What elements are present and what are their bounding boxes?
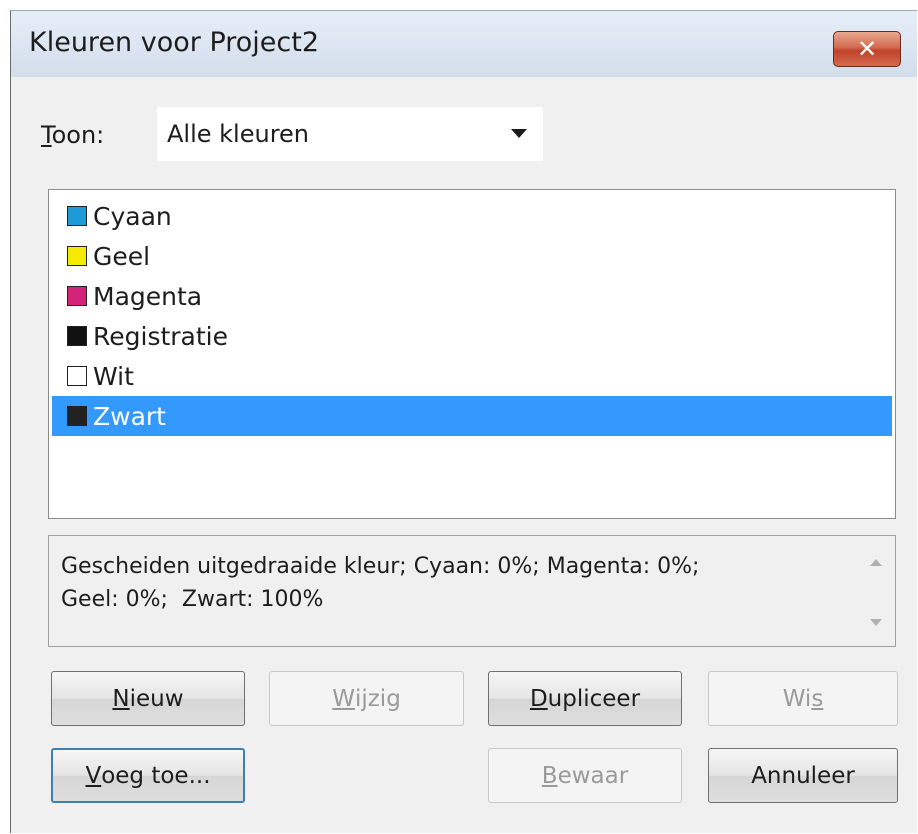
color-info-line-2: Geel: 0%; Zwart: 100% — [61, 587, 324, 612]
nieuw-button[interactable]: Nieuw — [51, 671, 245, 726]
color-item-label: Magenta — [93, 281, 203, 311]
color-list-item-magenta[interactable]: Magenta — [52, 276, 892, 316]
toon-label-rest: oon: — [51, 121, 105, 149]
dropdown-arrow-icon — [511, 129, 527, 138]
voeg-toe-button-rest: oeg toe... — [101, 762, 211, 789]
close-button[interactable]: ✕ — [833, 31, 901, 67]
title-bar[interactable]: Kleuren voor Project2 ✕ — [11, 11, 917, 77]
dupliceer-button-key: D — [529, 685, 548, 712]
annuleer-button-label: Annuleer — [751, 762, 855, 789]
wijzig-button-rest: ijzig — [354, 685, 401, 712]
nieuw-button-key: N — [112, 685, 130, 712]
color-list-item-cyaan[interactable]: Cyaan — [52, 196, 892, 236]
color-info-text: Gescheiden uitgedraaide kleur; Cyaan: 0%… — [61, 550, 841, 616]
dupliceer-button-rest: upliceer — [547, 685, 641, 712]
color-list-item-registratie[interactable]: Registratie — [52, 316, 892, 356]
magenta-swatch-icon — [67, 286, 87, 306]
toon-label-key: T — [41, 121, 52, 149]
bewaar-button-rest: ewaar — [557, 762, 629, 789]
wis-button[interactable]: Wi s — [708, 671, 898, 726]
bewaar-button[interactable]: Bewaar — [488, 748, 682, 803]
color-list[interactable]: Cyaan Geel Magenta Registratie Wit Zwart — [48, 189, 896, 519]
scroll-up-arrow-icon[interactable] — [870, 559, 882, 566]
toon-selected-value: Alle kleuren — [167, 120, 310, 148]
annuleer-button[interactable]: Annuleer — [708, 748, 898, 803]
wijzig-button-key: W — [332, 685, 355, 712]
geel-swatch-icon — [67, 246, 87, 266]
color-item-label: Zwart — [93, 401, 166, 431]
wis-button-key: s — [811, 685, 824, 712]
cyaan-swatch-icon — [67, 206, 87, 226]
close-icon: ✕ — [856, 35, 878, 63]
voeg-toe-button[interactable]: Voeg toe... — [51, 748, 245, 803]
color-item-label: Cyaan — [93, 201, 172, 231]
color-list-item-geel[interactable]: Geel — [52, 236, 892, 276]
wit-swatch-icon — [67, 366, 87, 386]
scroll-down-arrow-icon[interactable] — [870, 619, 882, 626]
zwart-swatch-icon — [67, 406, 87, 426]
dialog-window: Kleuren voor Project2 ✕ Toon: Alle kleur… — [10, 10, 917, 833]
color-item-label: Geel — [93, 241, 151, 271]
dupliceer-button[interactable]: Dupliceer — [488, 671, 682, 726]
color-item-label: Wit — [93, 361, 134, 391]
bewaar-button-key: B — [541, 762, 558, 789]
color-list-item-wit[interactable]: Wit — [52, 356, 892, 396]
nieuw-button-rest: ieuw — [129, 685, 184, 712]
wis-button-pre: Wi — [782, 685, 812, 712]
wijzig-button[interactable]: Wijzig — [269, 671, 464, 726]
color-info-line-1: Gescheiden uitgedraaide kleur; Cyaan: 0%… — [61, 554, 700, 579]
color-info-box[interactable]: Gescheiden uitgedraaide kleur; Cyaan: 0%… — [48, 535, 896, 647]
color-list-item-zwart[interactable]: Zwart — [52, 396, 892, 436]
color-item-label: Registratie — [93, 321, 228, 351]
toon-label: Toon: — [41, 121, 104, 149]
registratie-swatch-icon — [67, 326, 87, 346]
toon-dropdown[interactable]: Alle kleuren — [157, 107, 543, 161]
voeg-toe-button-key: V — [85, 762, 102, 789]
window-title: Kleuren voor Project2 — [29, 27, 319, 58]
